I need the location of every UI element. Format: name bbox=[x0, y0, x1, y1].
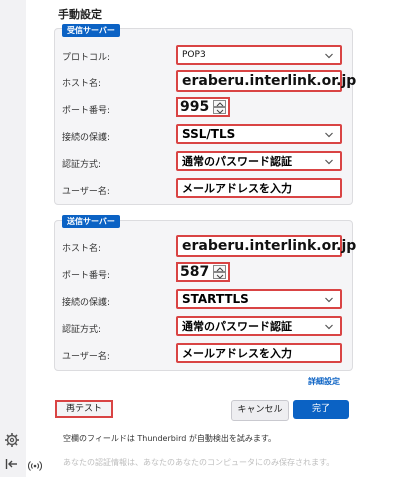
outgoing-port-label: ポート番号: bbox=[62, 271, 111, 281]
left-sidebar bbox=[0, 0, 26, 477]
page-title: 手動設定 bbox=[58, 8, 102, 21]
retest-button[interactable]: 再テスト bbox=[55, 400, 113, 418]
incoming-port-label: ポート番号: bbox=[62, 106, 111, 116]
chevron-down-icon bbox=[325, 132, 333, 138]
autodetect-note: 空欄のフィールドは Thunderbird が自動検出を試みます。 bbox=[63, 434, 277, 443]
decrement-button[interactable] bbox=[213, 272, 226, 279]
increment-button[interactable] bbox=[213, 100, 226, 107]
cancel-button[interactable]: キャンセル bbox=[231, 400, 289, 421]
incoming-security-select[interactable]: SSL/TLS bbox=[176, 124, 342, 144]
wireless-status-icon[interactable] bbox=[28, 460, 42, 472]
outgoing-auth-select[interactable]: 通常のパスワード認証 bbox=[176, 316, 342, 336]
incoming-port-stepper[interactable]: 995 bbox=[176, 97, 230, 117]
chevron-down-icon bbox=[325, 159, 333, 165]
chevron-down-icon bbox=[325, 324, 333, 330]
chevron-down-icon bbox=[325, 53, 333, 59]
port-spinner[interactable] bbox=[213, 100, 227, 115]
outgoing-host-input[interactable]: eraberu.interlink.or.jp bbox=[176, 235, 356, 257]
incoming-host-input[interactable]: eraberu.interlink.or.jp bbox=[176, 70, 356, 92]
chevron-down-icon bbox=[216, 109, 224, 114]
done-button[interactable]: 完了 bbox=[293, 400, 349, 419]
incoming-protocol-label: プロトコル: bbox=[62, 53, 111, 63]
incoming-auth-label: 認証方式: bbox=[62, 160, 102, 170]
outgoing-user-label: ユーザー名: bbox=[62, 352, 110, 362]
outgoing-host-label: ホスト名: bbox=[62, 244, 102, 254]
gear-icon[interactable] bbox=[4, 432, 20, 448]
outgoing-user-input[interactable]: メールアドレスを入力 bbox=[176, 343, 342, 363]
outgoing-port-stepper[interactable]: 587 bbox=[176, 262, 230, 282]
outgoing-auth-label: 認証方式: bbox=[62, 325, 102, 335]
credentials-note: あなたの認証情報は、あなたのあなたのコンピュータにのみ保存されます。 bbox=[63, 458, 335, 467]
incoming-user-input[interactable]: メールアドレスを入力 bbox=[176, 178, 342, 198]
incoming-server-badge: 受信サーバー bbox=[62, 24, 120, 37]
advanced-settings-link[interactable]: 詳細設定 bbox=[308, 376, 340, 387]
incoming-protocol-select[interactable]: POP3 bbox=[176, 45, 342, 65]
chevron-down-icon bbox=[325, 297, 333, 303]
increment-button[interactable] bbox=[213, 265, 226, 272]
decrement-button[interactable] bbox=[213, 107, 226, 114]
collapse-sidebar-icon[interactable] bbox=[5, 458, 19, 470]
outgoing-security-select[interactable]: STARTTLS bbox=[176, 289, 342, 309]
outgoing-server-badge: 送信サーバー bbox=[62, 215, 120, 228]
incoming-user-label: ユーザー名: bbox=[62, 187, 110, 197]
incoming-host-label: ホスト名: bbox=[62, 79, 102, 89]
outgoing-security-label: 接続の保護: bbox=[62, 298, 111, 308]
incoming-security-label: 接続の保護: bbox=[62, 133, 111, 143]
chevron-down-icon bbox=[216, 274, 224, 279]
port-spinner[interactable] bbox=[213, 265, 227, 280]
incoming-auth-select[interactable]: 通常のパスワード認証 bbox=[176, 151, 342, 171]
